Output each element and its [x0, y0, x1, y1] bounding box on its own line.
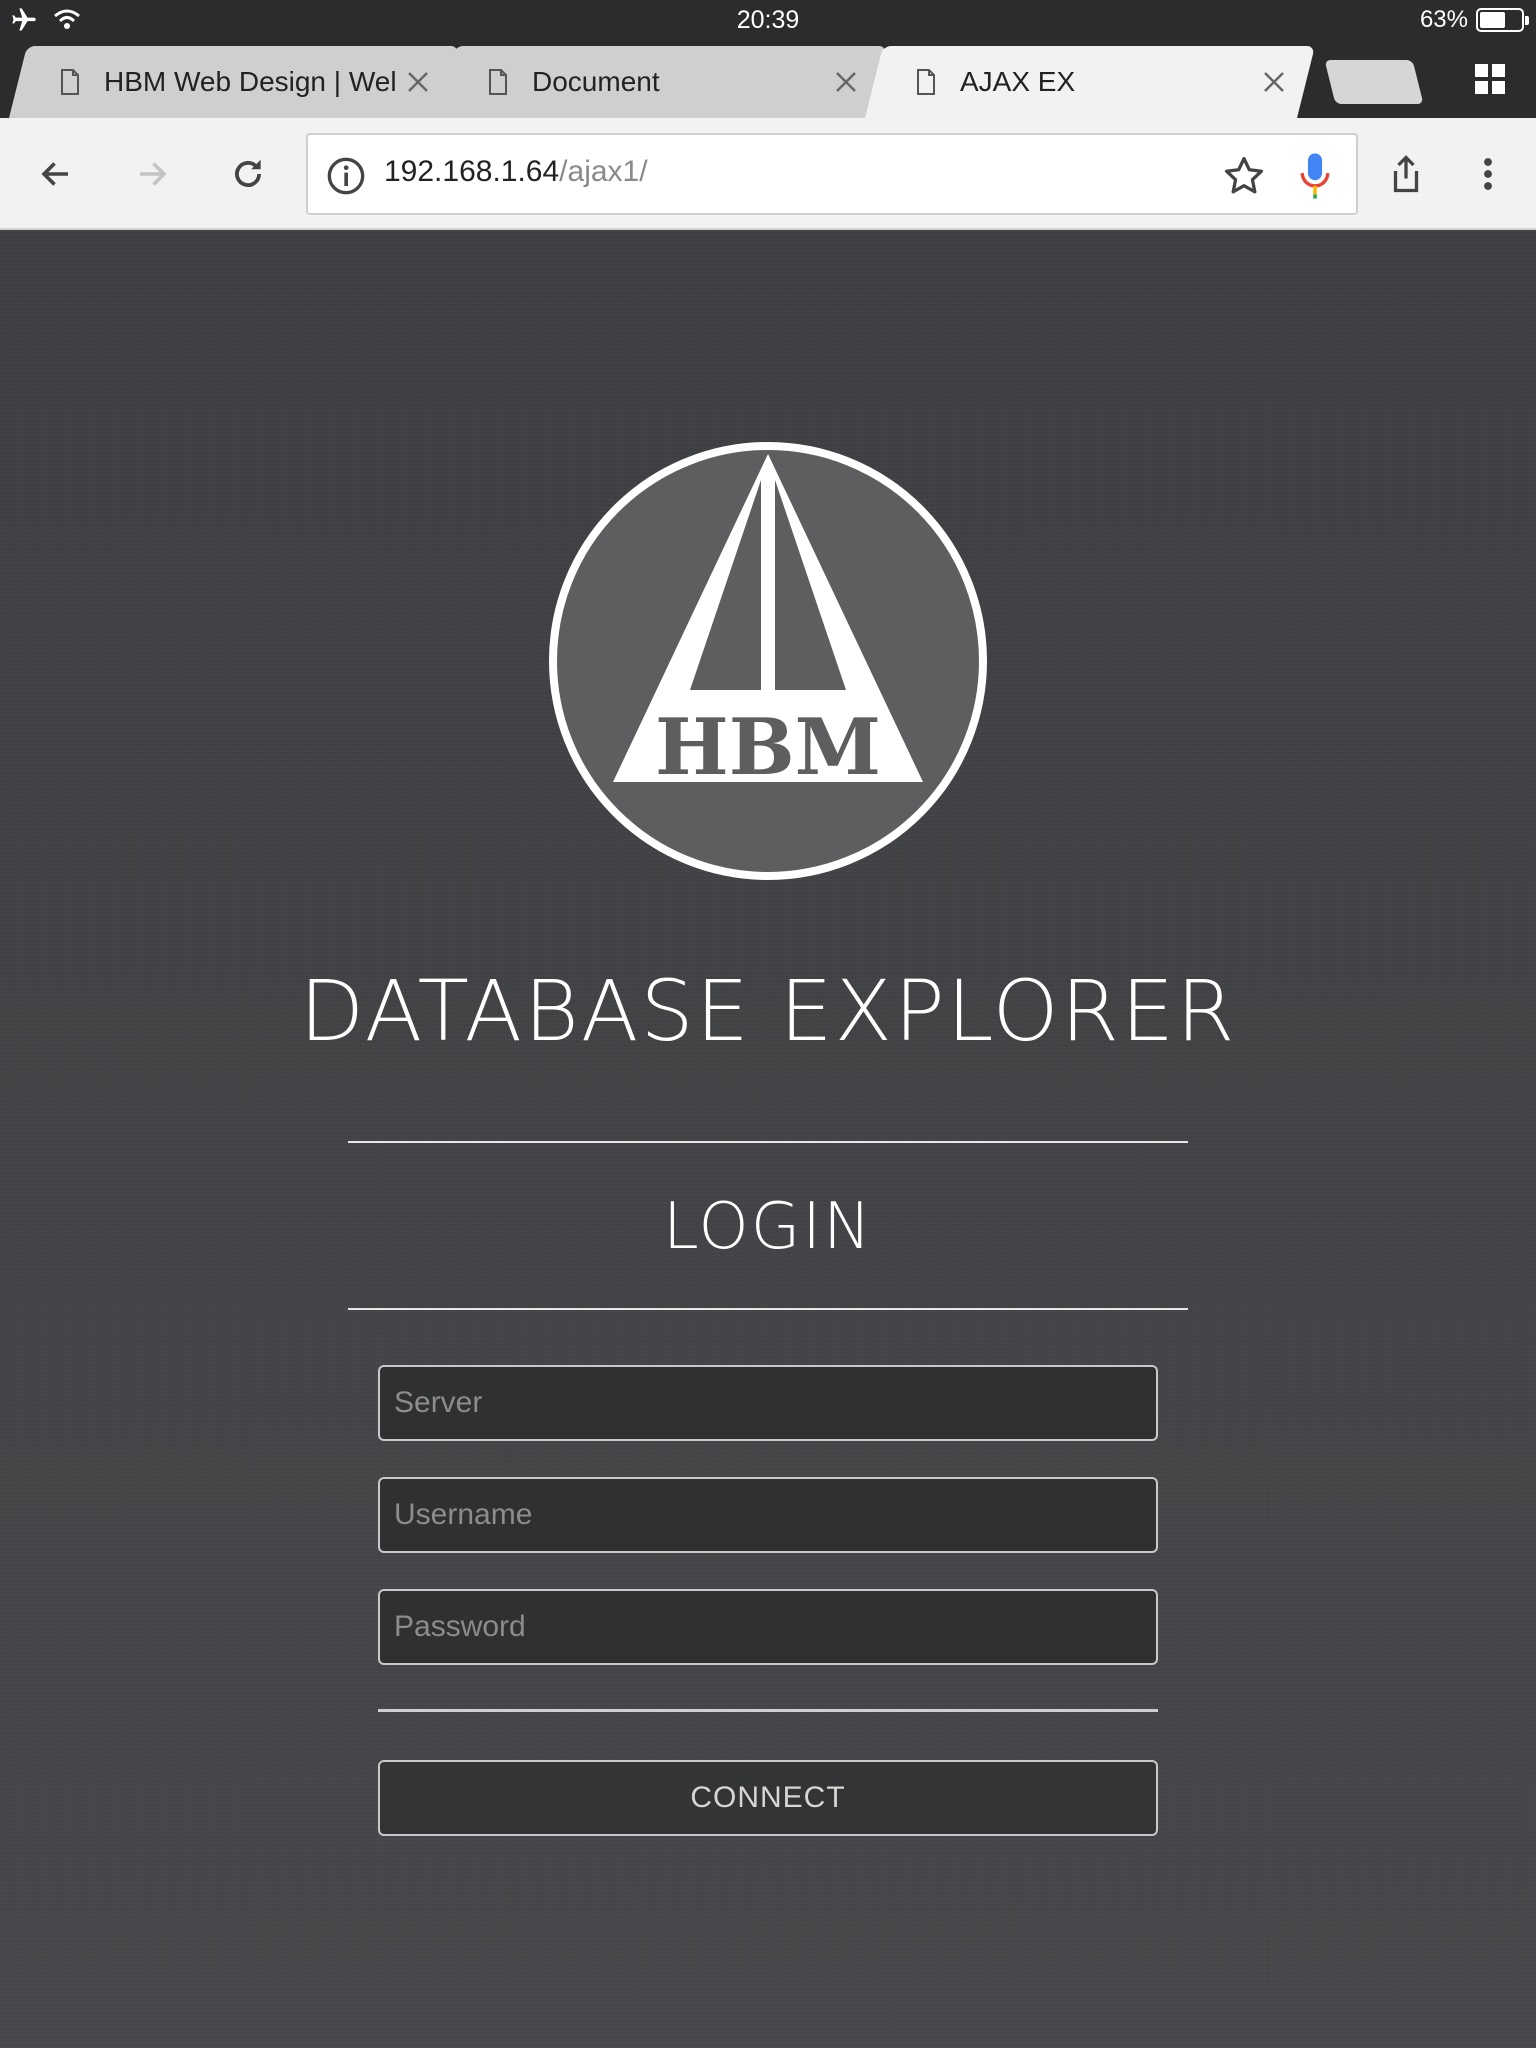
new-tab-button[interactable] — [1324, 60, 1424, 104]
document-icon — [917, 69, 935, 95]
close-icon[interactable] — [834, 70, 858, 94]
browser-toolbar: 192.168.1.64/ajax1/ — [0, 118, 1536, 230]
back-button[interactable] — [30, 148, 82, 200]
tab-title: HBM Web Design | Welc — [104, 66, 396, 97]
info-icon[interactable] — [326, 156, 366, 196]
password-input[interactable] — [378, 1589, 1158, 1665]
tab-ajax-ex[interactable]: AJAX EX — [865, 46, 1315, 118]
tab-title: AJAX EX — [960, 66, 1076, 97]
url-host: 192.168.1.64 — [384, 155, 560, 188]
mic-icon[interactable] — [1298, 152, 1332, 200]
tab-hbm-web-design[interactable]: HBM Web Design | Welc — [9, 46, 459, 118]
app-title: DATABASE EXPLORER — [299, 962, 1237, 1060]
tab-switcher-icon[interactable] — [1473, 62, 1507, 96]
form-separator — [378, 1709, 1158, 1712]
tab-strip: HBM Web Design | Welc Document AJAX EX — [0, 42, 1536, 118]
tab-title: Document — [532, 66, 660, 97]
divider — [348, 1141, 1188, 1143]
hbm-logo: HBM — [549, 442, 987, 880]
share-icon — [1393, 155, 1419, 193]
page-content: HBM DATABASE EXPLORER LOGIN CONNECT — [0, 230, 1536, 2048]
connect-button[interactable]: CONNECT — [378, 1760, 1158, 1836]
more-menu-button[interactable] — [1462, 148, 1514, 200]
close-icon[interactable] — [1262, 70, 1286, 94]
battery-icon — [1476, 8, 1529, 32]
login-heading: LOGIN — [662, 1190, 874, 1264]
back-icon — [41, 162, 68, 186]
reload-icon — [235, 159, 261, 187]
forward-icon — [140, 162, 167, 186]
document-icon — [489, 69, 507, 95]
document-icon — [61, 69, 79, 95]
svg-text:HBM: HBM — [655, 702, 881, 793]
tab-document[interactable]: Document — [437, 46, 887, 118]
reload-button[interactable] — [222, 148, 274, 200]
status-icons-right: 63% — [1419, 6, 1529, 34]
status-time: 20:39 — [736, 6, 800, 34]
status-bar: 20:39 63% — [0, 0, 1536, 42]
star-icon[interactable] — [1222, 154, 1266, 198]
more-icon — [1484, 158, 1492, 190]
divider — [348, 1308, 1188, 1310]
battery-percent: 63% — [1419, 6, 1468, 33]
url-text: 192.168.1.64/ajax1/ — [384, 155, 648, 189]
username-input[interactable] — [378, 1477, 1158, 1553]
forward-button[interactable] — [126, 148, 178, 200]
url-path: /ajax1/ — [559, 155, 648, 188]
server-input[interactable] — [378, 1365, 1158, 1441]
close-icon[interactable] — [406, 70, 430, 94]
share-button[interactable] — [1380, 148, 1432, 200]
address-bar[interactable]: 192.168.1.64/ajax1/ — [306, 133, 1358, 215]
